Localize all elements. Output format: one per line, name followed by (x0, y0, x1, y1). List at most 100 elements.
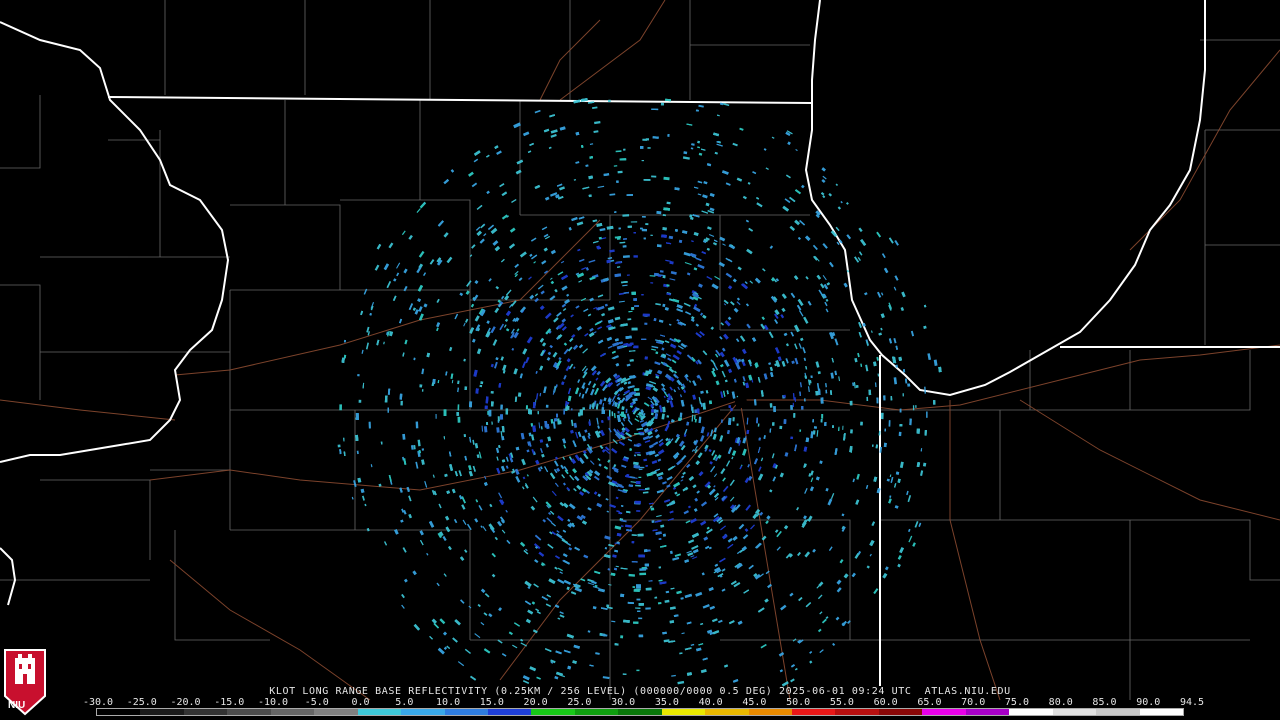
echo-pixel (388, 474, 392, 482)
echo-pixel (616, 533, 622, 537)
echo-pixel (800, 337, 804, 342)
echo-pixel (501, 426, 505, 433)
echo-pixel (559, 501, 565, 507)
echo-pixel (706, 526, 710, 530)
echo-pixel (817, 628, 822, 633)
echo-pixel (799, 391, 802, 397)
echo-pixel (563, 482, 566, 486)
echo-pixel (623, 381, 628, 385)
echo-pixel (821, 618, 827, 624)
echo-pixel (662, 631, 667, 635)
echo-pixel (500, 414, 504, 420)
echo-pixel (812, 419, 814, 423)
echo-pixel (483, 612, 488, 616)
echo-pixel (559, 614, 565, 618)
echo-pixel (805, 437, 810, 443)
echo-pixel (866, 565, 870, 569)
echo-pixel (630, 221, 638, 223)
echo-pixel (756, 417, 758, 424)
echo-pixel (709, 400, 712, 405)
echo-pixel (380, 441, 383, 445)
echo-pixel (654, 428, 658, 433)
echo-pixel (461, 504, 466, 510)
echo-pixel (589, 664, 594, 667)
echo-pixel (497, 520, 503, 527)
echo-pixel (534, 109, 541, 114)
echo-pixel (581, 435, 587, 442)
echo-pixel (684, 429, 688, 436)
echo-pixel (830, 372, 835, 379)
echo-pixel (404, 578, 408, 583)
echo-pixel (651, 175, 657, 178)
echo-pixel (550, 280, 555, 285)
echo-pixel (702, 604, 710, 609)
echo-pixel (784, 452, 789, 457)
echo-pixel (484, 593, 490, 598)
echo-pixel (676, 493, 681, 497)
echo-pixel (476, 348, 482, 355)
echo-pixel (723, 303, 727, 306)
echo-pixel (713, 473, 718, 478)
echo-pixel (865, 364, 869, 372)
echo-pixel (700, 520, 707, 526)
echo-pixel (588, 194, 592, 198)
echo-pixel (553, 317, 559, 323)
echo-pixel (804, 487, 808, 494)
echo-pixel (649, 506, 653, 508)
echo-pixel (556, 183, 563, 187)
echo-pixel (437, 220, 444, 227)
echo-pixel (796, 506, 800, 511)
echo-pixel (648, 450, 656, 456)
echo-pixel (694, 186, 699, 189)
echo-pixel (633, 464, 640, 469)
echo-pixel (757, 446, 761, 453)
echo-pixel (566, 586, 570, 590)
echo-pixel (431, 382, 434, 386)
echo-pixel (555, 482, 559, 487)
echo-pixel (408, 234, 413, 240)
echo-pixel (849, 400, 853, 406)
echo-pixel (559, 186, 565, 191)
echo-pixel (695, 109, 699, 112)
echo-pixel (645, 587, 652, 591)
echo-pixel (690, 318, 695, 322)
echo-pixel (687, 505, 691, 509)
echo-pixel (760, 457, 764, 462)
echo-pixel (789, 592, 794, 597)
echo-pixel (683, 302, 691, 307)
echo-pixel (625, 408, 628, 414)
echo-pixel (557, 515, 564, 522)
echo-pixel (762, 268, 766, 272)
echo-pixel (361, 349, 364, 354)
echo-pixel (580, 578, 586, 582)
colorbar-label: -25.0 (126, 697, 157, 708)
echo-pixel (539, 439, 544, 443)
echo-pixel (786, 174, 791, 179)
colorbar-swatch (183, 709, 228, 715)
echo-pixel (735, 362, 741, 370)
echo-pixel (800, 184, 805, 189)
echo-pixel (662, 214, 666, 217)
echo-pixel (457, 380, 460, 385)
echo-pixel (888, 237, 894, 244)
echo-pixel (617, 393, 620, 397)
echo-pixel (711, 449, 716, 456)
echo-pixel (907, 495, 912, 503)
echo-pixel (763, 148, 767, 151)
echo-pixel (706, 432, 710, 437)
echo-pixel (522, 476, 526, 480)
echo-pixel (711, 360, 716, 366)
colorbar-label: 15.0 (479, 697, 504, 708)
echo-pixel (933, 359, 938, 366)
echo-pixel (651, 520, 655, 523)
echo-pixel (442, 536, 447, 541)
echo-pixel (785, 358, 789, 364)
echo-pixel (714, 151, 718, 155)
echo-pixel (637, 454, 641, 456)
echo-pixel (763, 435, 766, 439)
colorbar-swatch (574, 709, 619, 715)
echo-pixel (529, 294, 535, 300)
echo-pixel (667, 518, 674, 521)
echo-pixel (561, 274, 569, 280)
colorbar-label: 85.0 (1092, 697, 1117, 708)
